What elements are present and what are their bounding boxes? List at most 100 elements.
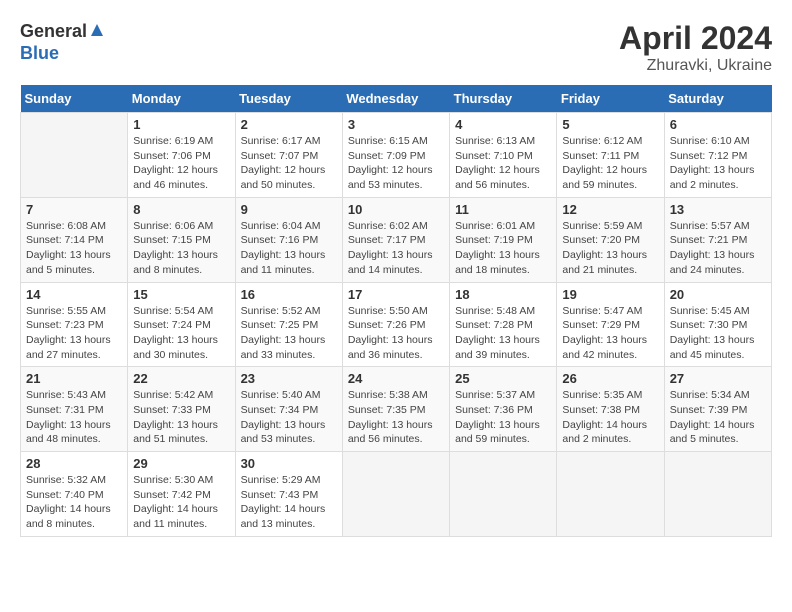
calendar-week-row: 28 Sunrise: 5:32 AMSunset: 7:40 PMDayligh… [21,452,772,537]
day-number: 25 [455,371,551,386]
calendar-cell: 6Sunrise: 6:10 AMSunset: 7:12 PMDaylight… [664,113,771,198]
calendar-cell: 28 Sunrise: 5:32 AMSunset: 7:40 PMDayligh… [21,452,128,537]
day-header-tuesday: Tuesday [235,85,342,113]
location-subtitle: Zhuravki, Ukraine [619,57,772,75]
calendar-cell: 1 Sunrise: 6:19 AMSunset: 7:06 PMDaylight… [128,113,235,198]
day-number: 6 [670,117,766,132]
day-info: Sunrise: 6:13 AMSunset: 7:10 PMDaylight:… [455,134,551,193]
calendar-cell: 21Sunrise: 5:43 AMSunset: 7:31 PMDayligh… [21,367,128,452]
day-info: Sunrise: 5:38 AMSunset: 7:35 PMDaylight:… [348,388,444,447]
calendar-cell: 25Sunrise: 5:37 AMSunset: 7:36 PMDayligh… [450,367,557,452]
calendar-body: 1 Sunrise: 6:19 AMSunset: 7:06 PMDaylight… [21,113,772,537]
day-number: 1 [133,117,229,132]
day-number: 19 [562,287,658,302]
day-number: 20 [670,287,766,302]
logo: General Blue [20,20,105,64]
calendar-cell [664,452,771,537]
calendar-cell: 11Sunrise: 6:01 AMSunset: 7:19 PMDayligh… [450,197,557,282]
day-header-friday: Friday [557,85,664,113]
day-info: Sunrise: 5:45 AMSunset: 7:30 PMDaylight:… [670,304,766,363]
day-number: 29 [133,456,229,471]
day-info: Sunrise: 6:08 AMSunset: 7:14 PMDaylight:… [26,219,122,278]
calendar-cell: 10Sunrise: 6:02 AMSunset: 7:17 PMDayligh… [342,197,449,282]
day-info: Sunrise: 6:04 AMSunset: 7:16 PMDaylight:… [241,219,337,278]
calendar-cell: 20 Sunrise: 5:45 AMSunset: 7:30 PMDayligh… [664,282,771,367]
calendar-cell: 12 Sunrise: 5:59 AMSunset: 7:20 PMDayligh… [557,197,664,282]
day-number: 8 [133,202,229,217]
day-number: 28 [26,456,122,471]
day-number: 7 [26,202,122,217]
page-title: April 2024 [619,20,772,57]
day-number: 2 [241,117,337,132]
day-info: Sunrise: 5:34 AMSunset: 7:39 PMDaylight:… [670,388,766,447]
calendar-header-row: SundayMondayTuesdayWednesdayThursdayFrid… [21,85,772,113]
calendar-cell: 24 Sunrise: 5:38 AMSunset: 7:35 PMDayligh… [342,367,449,452]
header: General Blue April 2024 Zhuravki, Ukrain… [20,20,772,75]
calendar-cell [557,452,664,537]
day-number: 26 [562,371,658,386]
day-number: 27 [670,371,766,386]
calendar-cell: 19 Sunrise: 5:47 AMSunset: 7:29 PMDayligh… [557,282,664,367]
calendar-cell: 16 Sunrise: 5:52 AMSunset: 7:25 PMDayligh… [235,282,342,367]
day-info: Sunrise: 5:32 AMSunset: 7:40 PMDaylight:… [26,473,122,532]
day-info: Sunrise: 5:35 AMSunset: 7:38 PMDaylight:… [562,388,658,447]
day-header-sunday: Sunday [21,85,128,113]
calendar-cell [450,452,557,537]
day-info: Sunrise: 5:42 AMSunset: 7:33 PMDaylight:… [133,388,229,447]
day-info: Sunrise: 6:06 AMSunset: 7:15 PMDaylight:… [133,219,229,278]
calendar-cell: 9 Sunrise: 6:04 AMSunset: 7:16 PMDaylight… [235,197,342,282]
day-number: 5 [562,117,658,132]
calendar-cell [342,452,449,537]
day-number: 14 [26,287,122,302]
day-number: 23 [241,371,337,386]
day-number: 24 [348,371,444,386]
day-number: 30 [241,456,337,471]
day-number: 3 [348,117,444,132]
day-header-saturday: Saturday [664,85,771,113]
day-number: 4 [455,117,551,132]
calendar-cell: 17Sunrise: 5:50 AMSunset: 7:26 PMDayligh… [342,282,449,367]
calendar-cell: 3 Sunrise: 6:15 AMSunset: 7:09 PMDaylight… [342,113,449,198]
day-info: Sunrise: 5:40 AMSunset: 7:34 PMDaylight:… [241,388,337,447]
calendar-table: SundayMondayTuesdayWednesdayThursdayFrid… [20,85,772,537]
day-info: Sunrise: 5:57 AMSunset: 7:21 PMDaylight:… [670,219,766,278]
calendar-cell: 8 Sunrise: 6:06 AMSunset: 7:15 PMDaylight… [128,197,235,282]
calendar-cell: 2Sunrise: 6:17 AMSunset: 7:07 PMDaylight… [235,113,342,198]
day-info: Sunrise: 6:15 AMSunset: 7:09 PMDaylight:… [348,134,444,193]
calendar-cell: 26 Sunrise: 5:35 AMSunset: 7:38 PMDayligh… [557,367,664,452]
day-info: Sunrise: 5:30 AMSunset: 7:42 PMDaylight:… [133,473,229,532]
day-info: Sunrise: 5:59 AMSunset: 7:20 PMDaylight:… [562,219,658,278]
logo-arrow-icon [89,22,105,43]
day-info: Sunrise: 5:52 AMSunset: 7:25 PMDaylight:… [241,304,337,363]
day-info: Sunrise: 5:55 AMSunset: 7:23 PMDaylight:… [26,304,122,363]
day-number: 12 [562,202,658,217]
day-number: 13 [670,202,766,217]
calendar-cell: 27 Sunrise: 5:34 AMSunset: 7:39 PMDayligh… [664,367,771,452]
day-info: Sunrise: 6:01 AMSunset: 7:19 PMDaylight:… [455,219,551,278]
day-number: 21 [26,371,122,386]
calendar-week-row: 21Sunrise: 5:43 AMSunset: 7:31 PMDayligh… [21,367,772,452]
day-number: 15 [133,287,229,302]
day-number: 16 [241,287,337,302]
logo-blue-text: Blue [20,43,59,63]
day-info: Sunrise: 6:12 AMSunset: 7:11 PMDaylight:… [562,134,658,193]
day-header-thursday: Thursday [450,85,557,113]
calendar-cell: 23 Sunrise: 5:40 AMSunset: 7:34 PMDayligh… [235,367,342,452]
day-info: Sunrise: 6:19 AMSunset: 7:06 PMDaylight:… [133,134,229,193]
calendar-cell: 29 Sunrise: 5:30 AMSunset: 7:42 PMDayligh… [128,452,235,537]
calendar-cell: 13 Sunrise: 5:57 AMSunset: 7:21 PMDayligh… [664,197,771,282]
day-number: 18 [455,287,551,302]
calendar-cell: 30Sunrise: 5:29 AMSunset: 7:43 PMDayligh… [235,452,342,537]
day-info: Sunrise: 5:47 AMSunset: 7:29 PMDaylight:… [562,304,658,363]
day-info: Sunrise: 5:48 AMSunset: 7:28 PMDaylight:… [455,304,551,363]
day-number: 10 [348,202,444,217]
day-header-monday: Monday [128,85,235,113]
day-info: Sunrise: 5:54 AMSunset: 7:24 PMDaylight:… [133,304,229,363]
day-header-wednesday: Wednesday [342,85,449,113]
day-number: 9 [241,202,337,217]
calendar-cell: 22Sunrise: 5:42 AMSunset: 7:33 PMDayligh… [128,367,235,452]
calendar-week-row: 14 Sunrise: 5:55 AMSunset: 7:23 PMDayligh… [21,282,772,367]
calendar-cell: 15 Sunrise: 5:54 AMSunset: 7:24 PMDayligh… [128,282,235,367]
calendar-cell: 18 Sunrise: 5:48 AMSunset: 7:28 PMDayligh… [450,282,557,367]
calendar-cell [21,113,128,198]
